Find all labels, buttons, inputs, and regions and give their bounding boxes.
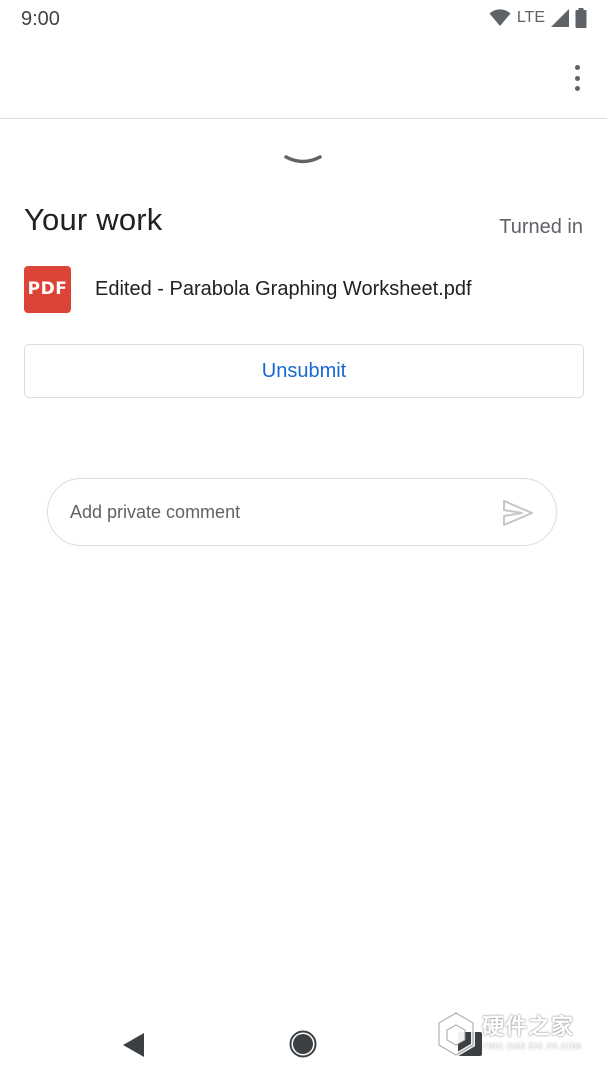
more-vert-icon-dot — [574, 86, 580, 91]
more-options-button[interactable] — [567, 62, 587, 94]
status-bar: 9:00 LTE — [0, 0, 607, 38]
attachment-item[interactable]: PDF Edited - Parabola Graphing Worksheet… — [24, 264, 584, 314]
pdf-file-icon: PDF — [24, 265, 71, 313]
app-toolbar — [0, 38, 607, 119]
watermark-cube-icon — [437, 1011, 475, 1057]
more-vert-icon-dot — [574, 75, 580, 81]
nav-home-button[interactable] — [289, 1030, 317, 1063]
watermark-text: 硬件之家 YING JIAN ZHI JIA.COM — [482, 1015, 581, 1053]
wifi-icon — [489, 9, 511, 27]
send-icon — [503, 500, 533, 526]
battery-icon — [575, 8, 587, 28]
status-icons: LTE — [489, 8, 587, 28]
status-time: 9:00 — [21, 8, 60, 30]
home-icon — [289, 1030, 317, 1058]
attachment-file-name: Edited - Parabola Graphing Worksheet.pdf — [95, 277, 472, 300]
send-comment-button[interactable] — [502, 499, 534, 527]
your-work-title: Your work — [24, 202, 163, 237]
watermark-sub-text: YING JIAN ZHI JIA.COM — [482, 1042, 582, 1051]
cell-signal-icon — [551, 9, 569, 27]
watermark: 硬件之家 YING JIAN ZHI JIA.COM — [436, 1006, 596, 1062]
private-comment-box — [47, 478, 557, 546]
nav-back-button[interactable] — [122, 1032, 146, 1063]
screen: 9:00 LTE Your work Turned in PDF Edited … — [0, 0, 607, 1080]
back-icon — [123, 1033, 144, 1057]
watermark-main-text: 硬件之家 — [482, 1015, 575, 1040]
submission-status: Turned in — [499, 216, 583, 238]
unsubmit-button[interactable]: Unsubmit — [24, 344, 584, 398]
private-comment-input[interactable] — [70, 499, 470, 525]
more-vert-icon — [574, 65, 580, 70]
chevron-down-icon — [284, 155, 322, 164]
network-type-label: LTE — [516, 9, 545, 26]
collapse-sheet-button[interactable] — [283, 150, 323, 170]
